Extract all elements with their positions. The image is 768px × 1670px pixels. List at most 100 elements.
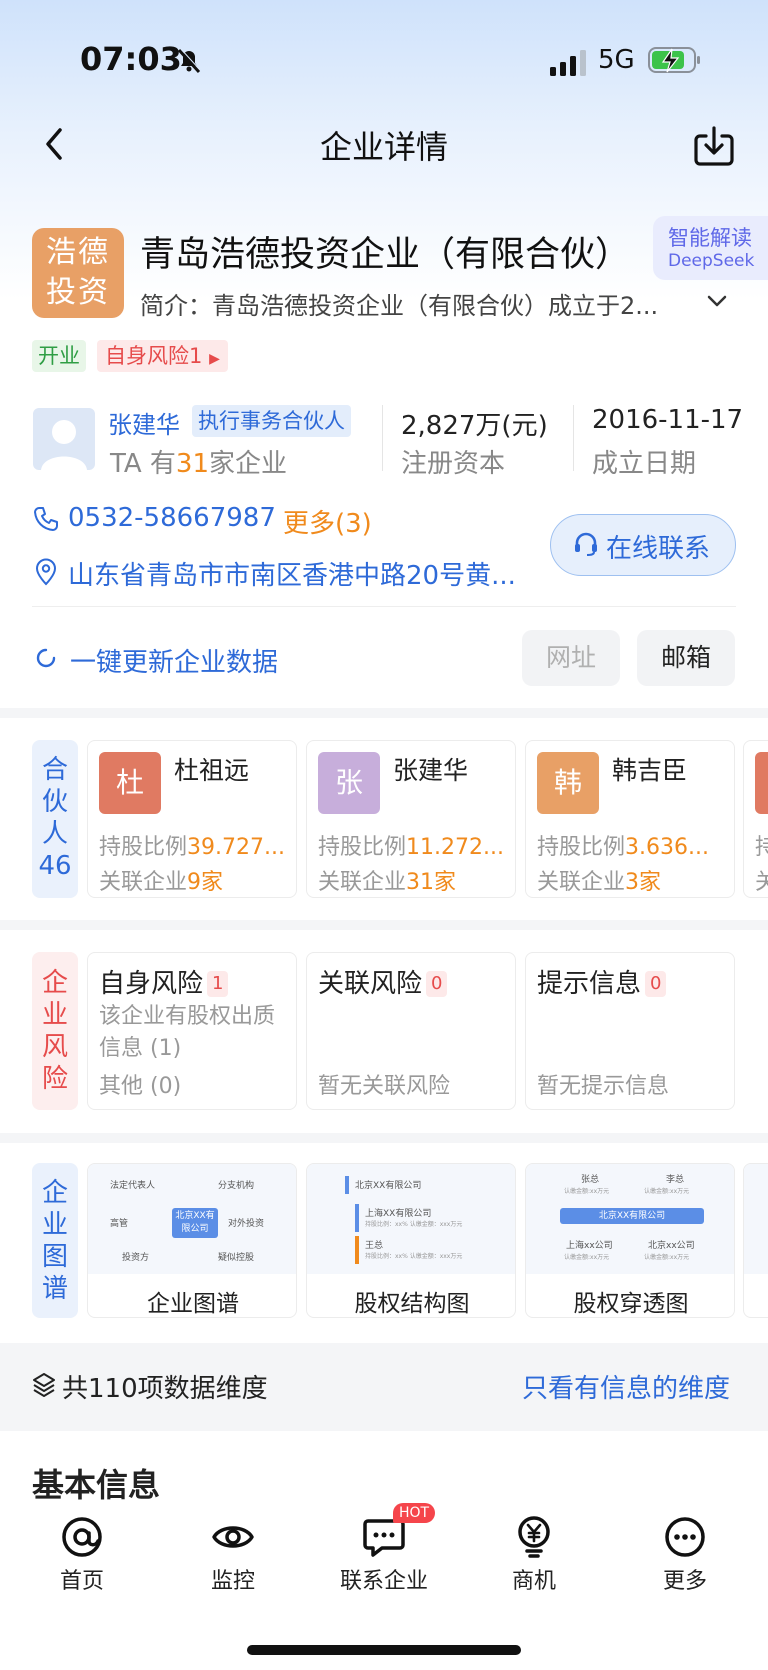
partner-ratio: 持股比例11.272... [318, 829, 504, 861]
website-button[interactable]: 网址 [522, 630, 620, 686]
tree-center-node: 北京XX有限公司 [560, 1208, 704, 1224]
partner-related: 关联企业3家 [537, 864, 661, 896]
partner-name: 韩吉臣 [612, 756, 688, 785]
enterprise-graph-card[interactable]: 北京XX有限公司 法定代表人 分支机构 高管 对外投资 投资方 疑似控股 企业图… [87, 1163, 297, 1318]
ta-count: 31 [175, 449, 210, 479]
related-label: 关联企业 [537, 870, 626, 895]
graph-label: 企业图谱 [42, 1178, 69, 1304]
graph-thumbnail-partial [744, 1164, 768, 1274]
filter-dimensions-link[interactable]: 只看有信息的维度 [522, 1368, 730, 1405]
risk-card-title: 自身风险 1 [99, 963, 229, 1000]
equity-structure-card[interactable]: 北京XX有限公司 上海XX有限公司 持股比例：xx% 认缴金额：xxx万元 王总… [306, 1163, 516, 1318]
company-name: 青岛浩德投资企业（有限合伙） [140, 235, 631, 275]
legal-rep-name[interactable]: 张建华 [108, 405, 180, 440]
enterprise-graph-thumbnail: 北京XX有限公司 法定代表人 分支机构 高管 对外投资 投资方 疑似控股 [88, 1164, 296, 1274]
graph-card-partial[interactable] [743, 1163, 768, 1318]
self-risk-card[interactable]: 自身风险 1 该企业有股权出质 信息 (1) 其他 (0) [87, 952, 297, 1110]
dimensions-total: 共110项数据维度 [62, 1374, 268, 1404]
tab-home[interactable]: 首页 [32, 1515, 132, 1595]
tab-label: 更多 [662, 1569, 707, 1594]
tree-node-sub: 认缴金额:xx万元 [644, 1254, 690, 1261]
partner-card[interactable]: 韩 韩吉臣 持股比例3.636... 关联企业3家 [525, 740, 735, 898]
page-title: 企业详情 [319, 128, 448, 166]
risk-line: 暂无关联风险 [318, 1074, 451, 1099]
partner-related-partial: 关 [755, 864, 768, 896]
tab-label: 商机 [511, 1569, 556, 1594]
related-risk-card[interactable]: 关联风险 0 暂无关联风险 [306, 952, 516, 1110]
risk-side-label[interactable]: 企业风险 [32, 952, 78, 1110]
ratio-value: 3.636... [625, 835, 709, 860]
caret-right-icon: ▶ [209, 351, 220, 367]
phone-number[interactable]: 0532-58667987 [68, 503, 276, 533]
graph-node: 分支机构 [218, 1181, 255, 1191]
partners-side-label[interactable]: 合伙人 46 [32, 740, 78, 898]
related-label: 关联企业 [99, 870, 188, 895]
ai-badge-model[interactable]: DeepSeek [668, 251, 754, 271]
partner-card-partial[interactable]: 持 关 [743, 740, 768, 898]
more-dots-icon [665, 1517, 705, 1557]
partner-card[interactable]: 杜 杜祖远 持股比例39.727... 关联企业9家 [87, 740, 297, 898]
risk-count-badge: 1 [207, 971, 229, 997]
ratio-label: 持股比例 [318, 835, 407, 860]
more-phones-link[interactable]: 更多(3) [283, 503, 372, 540]
graph-node: 投资方 [122, 1253, 150, 1263]
risk-card-title: 关联风险 0 [318, 963, 448, 1000]
email-button[interactable]: 邮箱 [637, 630, 735, 686]
avatar[interactable] [33, 408, 95, 470]
founded-date-value: 2016-11-17 [592, 405, 744, 435]
tab-monitor[interactable]: 监控 [183, 1515, 283, 1595]
partner-avatar: 杜 [99, 752, 161, 814]
refresh-icon[interactable] [34, 646, 58, 670]
tree-node-sub: 认缴金额:xx万元 [564, 1188, 610, 1195]
tab-opportunity[interactable]: 商机 [484, 1515, 584, 1595]
graph-side-label[interactable]: 企业图谱 [32, 1163, 78, 1318]
tree-node-sub: 认缴金额:xx万元 [564, 1254, 610, 1261]
partner-avatar [755, 752, 768, 814]
online-contact-label[interactable]: 在线联系 [606, 528, 710, 565]
chevron-down-icon[interactable] [706, 292, 728, 310]
network-type: 5G [598, 45, 635, 75]
risk-line: 信息 (1) [99, 1036, 182, 1061]
partner-card[interactable]: 张 张建华 持股比例11.272... 关联企业31家 [306, 740, 516, 898]
tree-node: 张总 [581, 1175, 600, 1185]
risk-title: 关联风险 [318, 969, 423, 999]
headset-icon[interactable] [573, 531, 599, 557]
risk-tag[interactable]: 自身风险1 ▶ [97, 340, 228, 372]
tree-node: 北京XX有限公司 [355, 1181, 422, 1191]
ratio-value: 11.272... [406, 835, 504, 860]
tab-label: 联系企业 [339, 1569, 428, 1594]
graph-node: 对外投资 [228, 1219, 265, 1229]
tree-node: 上海xx公司 [566, 1241, 613, 1251]
legal-rep-companies[interactable]: TA 有31家企业 [110, 443, 287, 480]
risk-title: 自身风险 [99, 969, 204, 999]
section-title: 基本信息 [32, 1466, 161, 1504]
partner-name: 张建华 [393, 756, 469, 785]
partner-related: 关联企业9家 [99, 864, 223, 896]
tab-more[interactable]: 更多 [635, 1515, 735, 1595]
tree-node: 李总 [666, 1175, 685, 1185]
ai-badge-title[interactable]: 智能解读 [668, 222, 752, 252]
section-gap [0, 708, 768, 718]
related-value: 3家 [625, 870, 662, 895]
update-data-link[interactable]: 一键更新企业数据 [70, 642, 278, 679]
founded-date-label: 成立日期 [592, 449, 697, 479]
download-icon[interactable] [692, 124, 736, 168]
tab-label: 首页 [59, 1569, 104, 1594]
related-value: 31家 [406, 870, 457, 895]
tab-contact[interactable]: 联系企业 [334, 1515, 434, 1595]
graph-card-title: 股权结构图 [354, 1291, 470, 1317]
notice-card[interactable]: 提示信息 0 暂无提示信息 [525, 952, 735, 1110]
signal-icon [550, 50, 586, 76]
tree-line [355, 1204, 359, 1232]
graph-node: 法定代表人 [110, 1181, 156, 1191]
partner-name: 杜祖远 [174, 756, 250, 785]
yen-bulb-icon [518, 1516, 550, 1558]
section-gap [0, 920, 768, 930]
ratio-value: 39.727... [187, 835, 285, 860]
company-address[interactable]: 山东省青岛市市南区香港中路20号黄... [68, 555, 516, 592]
company-intro[interactable]: 简介：青岛浩德投资企业（有限合伙）成立于2... [140, 286, 658, 321]
tree-node-sub: 持股比例：xx% 认缴金额：xxx万元 [365, 1221, 463, 1228]
equity-penetration-card[interactable]: 张总 李总 认缴金额:xx万元 认缴金额:xx万元 北京XX有限公司 上海xx公… [525, 1163, 735, 1318]
partner-ratio-partial: 持 [755, 829, 768, 861]
location-pin-icon [35, 558, 57, 586]
